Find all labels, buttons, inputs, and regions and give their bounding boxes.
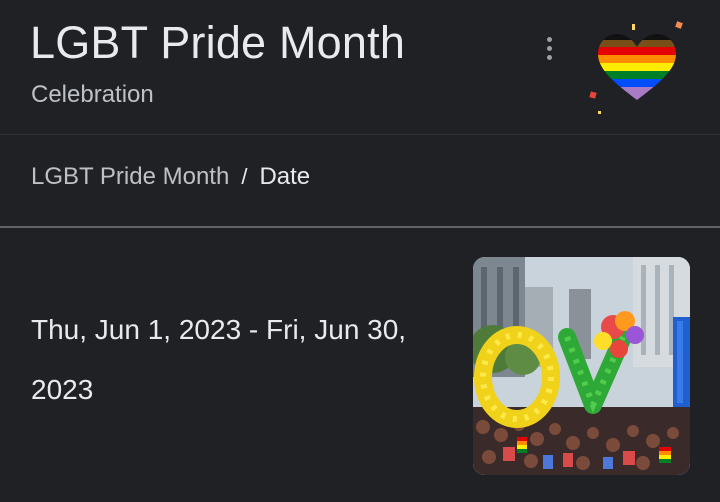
more-vert-icon-dot <box>546 45 552 51</box>
knowledge-panel-header: LGBT Pride Month Celebration <box>0 0 720 134</box>
breadcrumb: LGBT Pride Month / Date <box>31 160 310 194</box>
more-vert-icon <box>546 36 552 42</box>
event-date-range: Thu, Jun 1, 2023 - Fri, Jun 30, 2023 <box>31 314 407 405</box>
page-title: LGBT Pride Month <box>30 17 406 68</box>
breadcrumb-separator: / <box>241 164 248 189</box>
pride-parade-photo[interactable] <box>473 257 690 475</box>
header-divider <box>0 134 720 135</box>
pride-parade-balloons-image <box>473 257 690 475</box>
page-subtitle: Celebration <box>31 81 154 108</box>
breadcrumb-parent-link[interactable]: LGBT Pride Month <box>31 160 229 194</box>
more-vert-icon-dot <box>546 54 552 60</box>
breadcrumb-divider <box>0 226 720 228</box>
breadcrumb-current: Date <box>259 163 311 190</box>
more-options-button[interactable] <box>534 30 564 66</box>
progress-pride-heart-icon <box>589 21 683 114</box>
